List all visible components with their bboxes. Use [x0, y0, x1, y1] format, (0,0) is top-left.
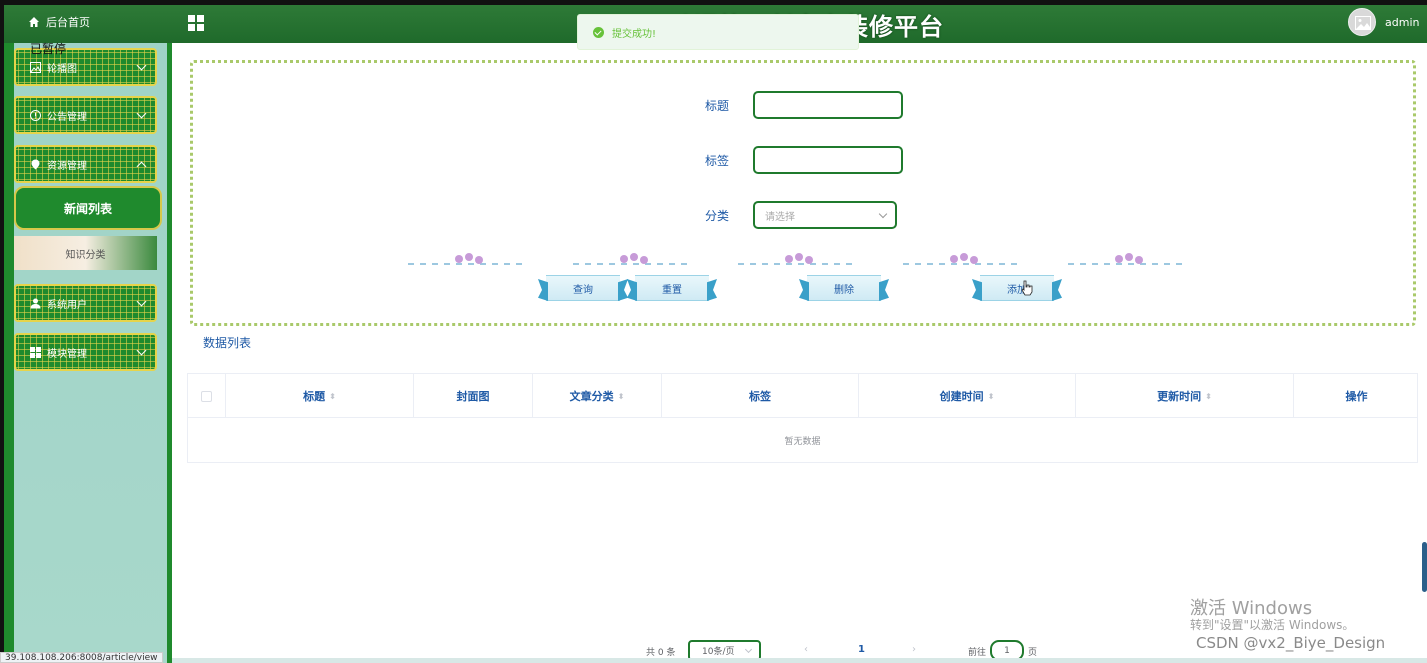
page-suffix-label: 页 — [1028, 648, 1038, 658]
chevron-down-icon — [136, 108, 147, 119]
scrollbar-thumb[interactable] — [1422, 542, 1427, 592]
user-icon — [30, 298, 41, 308]
category-select[interactable]: 请选择 — [753, 201, 897, 229]
page-number-current[interactable]: 1 — [858, 644, 865, 655]
sidebar-item-announcements[interactable]: 公告管理 — [14, 96, 157, 134]
sidebar-item-label: 模块管理 — [47, 348, 87, 360]
prev-page-icon[interactable]: ‹ — [804, 644, 808, 655]
image-placeholder-icon — [1355, 16, 1371, 30]
tag-label: 标签 — [704, 153, 729, 168]
submenu-item-knowledge-category[interactable]: 知识分类 — [14, 236, 157, 270]
tag-input[interactable] — [753, 146, 903, 174]
csdn-watermark: CSDN @vx2_Biye_Design — [1196, 634, 1386, 652]
sort-icon[interactable]: ⬍ — [618, 392, 625, 401]
toast-message: 提交成功! — [612, 28, 657, 40]
image-icon — [30, 61, 41, 73]
query-button[interactable]: 查询 — [546, 275, 620, 301]
column-label: 标题 — [303, 390, 326, 403]
sidebar-item-label: 资源管理 — [47, 160, 87, 172]
submenu-label: 新闻列表 — [63, 201, 112, 216]
chevron-down-icon — [136, 345, 147, 356]
column-header-updated[interactable]: 更新时间 ⬍ — [1076, 374, 1294, 418]
info-icon — [30, 109, 41, 121]
bottom-strip — [172, 658, 1427, 663]
status-bar-url: 39.108.108.206:8008/article/view — [0, 652, 163, 663]
sidebar-item-label: 系统用户 — [47, 299, 87, 311]
column-header-actions: 操作 — [1294, 374, 1419, 418]
delete-button[interactable]: 删除 — [807, 275, 881, 301]
sidebar-item-resources[interactable]: 资源管理 — [14, 145, 157, 183]
sort-icon[interactable]: ⬍ — [988, 392, 995, 401]
column-label: 创建时间 — [939, 390, 984, 403]
decorative-flower-border — [408, 253, 1208, 265]
home-link[interactable]: 后台首页 — [28, 14, 90, 30]
sort-icon[interactable]: ⬍ — [1205, 392, 1212, 401]
category-label: 分类 — [704, 208, 729, 223]
column-label: 封面图 — [456, 390, 490, 403]
reset-label: 重置 — [662, 284, 682, 296]
sidebar-item-label: 公告管理 — [47, 111, 87, 123]
next-page-icon[interactable]: › — [912, 644, 916, 655]
column-label: 操作 — [1345, 390, 1368, 403]
sort-icon[interactable]: ⬍ — [329, 392, 336, 401]
windows-activation-hint: 转到"设置"以激活 Windows。 — [1190, 618, 1355, 632]
goto-label: 前往 — [968, 648, 987, 658]
category-field-row: 分类 请选择 — [679, 201, 897, 229]
category-placeholder: 请选择 — [765, 211, 795, 223]
grid-icon — [30, 346, 41, 358]
chevron-down-icon — [744, 645, 753, 654]
sidebar-item-system-users[interactable]: 系统用户 — [14, 284, 157, 322]
paused-overlay-text: 已暂停 — [30, 42, 67, 56]
success-toast: 提交成功! — [577, 14, 859, 50]
home-icon — [29, 17, 39, 27]
select-all-cell — [188, 374, 226, 418]
table-header: 标题 ⬍ 封面图 文章分类 ⬍ 标签 创建时间 ⬍ 更新时间 ⬍ 操作 — [188, 374, 1417, 418]
column-header-created[interactable]: 创建时间 ⬍ — [859, 374, 1076, 418]
tag-field-row: 标签 — [679, 146, 903, 174]
column-label: 文章分类 — [569, 390, 614, 403]
submenu-item-news-list[interactable]: 新闻列表 — [14, 186, 162, 230]
data-list-title: 数据列表 — [203, 336, 252, 350]
page-size-value: 10条/页 — [702, 647, 735, 657]
column-header-tags: 标签 — [662, 374, 859, 418]
column-label: 标签 — [749, 390, 771, 403]
sidebar-item-modules[interactable]: 模块管理 — [14, 333, 157, 371]
chevron-down-icon — [136, 60, 147, 71]
title-input[interactable] — [753, 91, 903, 119]
add-button[interactable]: 添加 — [980, 275, 1054, 301]
pagination-total: 共 0 条 — [646, 648, 676, 658]
column-header-cover: 封面图 — [414, 374, 533, 418]
title-field-row: 标题 — [679, 91, 903, 119]
title-label: 标题 — [704, 98, 729, 113]
chevron-down-icon — [878, 209, 888, 219]
location-icon — [31, 159, 40, 169]
avatar[interactable] — [1348, 8, 1376, 36]
chevron-up-icon — [136, 161, 147, 172]
delete-label: 删除 — [834, 284, 854, 296]
query-label: 查询 — [573, 284, 593, 296]
column-label: 更新时间 — [1157, 390, 1202, 403]
chevron-down-icon — [136, 296, 147, 307]
check-circle-icon — [593, 26, 604, 38]
user-name[interactable]: admin — [1385, 16, 1419, 29]
search-panel: 标题 标签 分类 请选择 查询 重置 删除 添加 — [190, 60, 1416, 326]
column-header-title[interactable]: 标题 ⬍ — [226, 374, 414, 418]
select-all-checkbox[interactable] — [201, 390, 212, 402]
empty-state-text: 暂无数据 — [784, 437, 821, 447]
goto-page-value: 1 — [1004, 645, 1010, 656]
hand-cursor-icon — [1021, 280, 1033, 296]
data-table: 标题 ⬍ 封面图 文章分类 ⬍ 标签 创建时间 ⬍ 更新时间 ⬍ 操作 暂无数据 — [187, 373, 1418, 463]
home-label: 后台首页 — [46, 16, 90, 29]
sidebar-item-label: 轮播图 — [47, 63, 77, 75]
menu-toggle-icon[interactable] — [188, 15, 204, 31]
submenu-label: 知识分类 — [65, 249, 106, 261]
column-header-category[interactable]: 文章分类 ⬍ — [533, 374, 662, 418]
reset-button[interactable]: 重置 — [635, 275, 709, 301]
